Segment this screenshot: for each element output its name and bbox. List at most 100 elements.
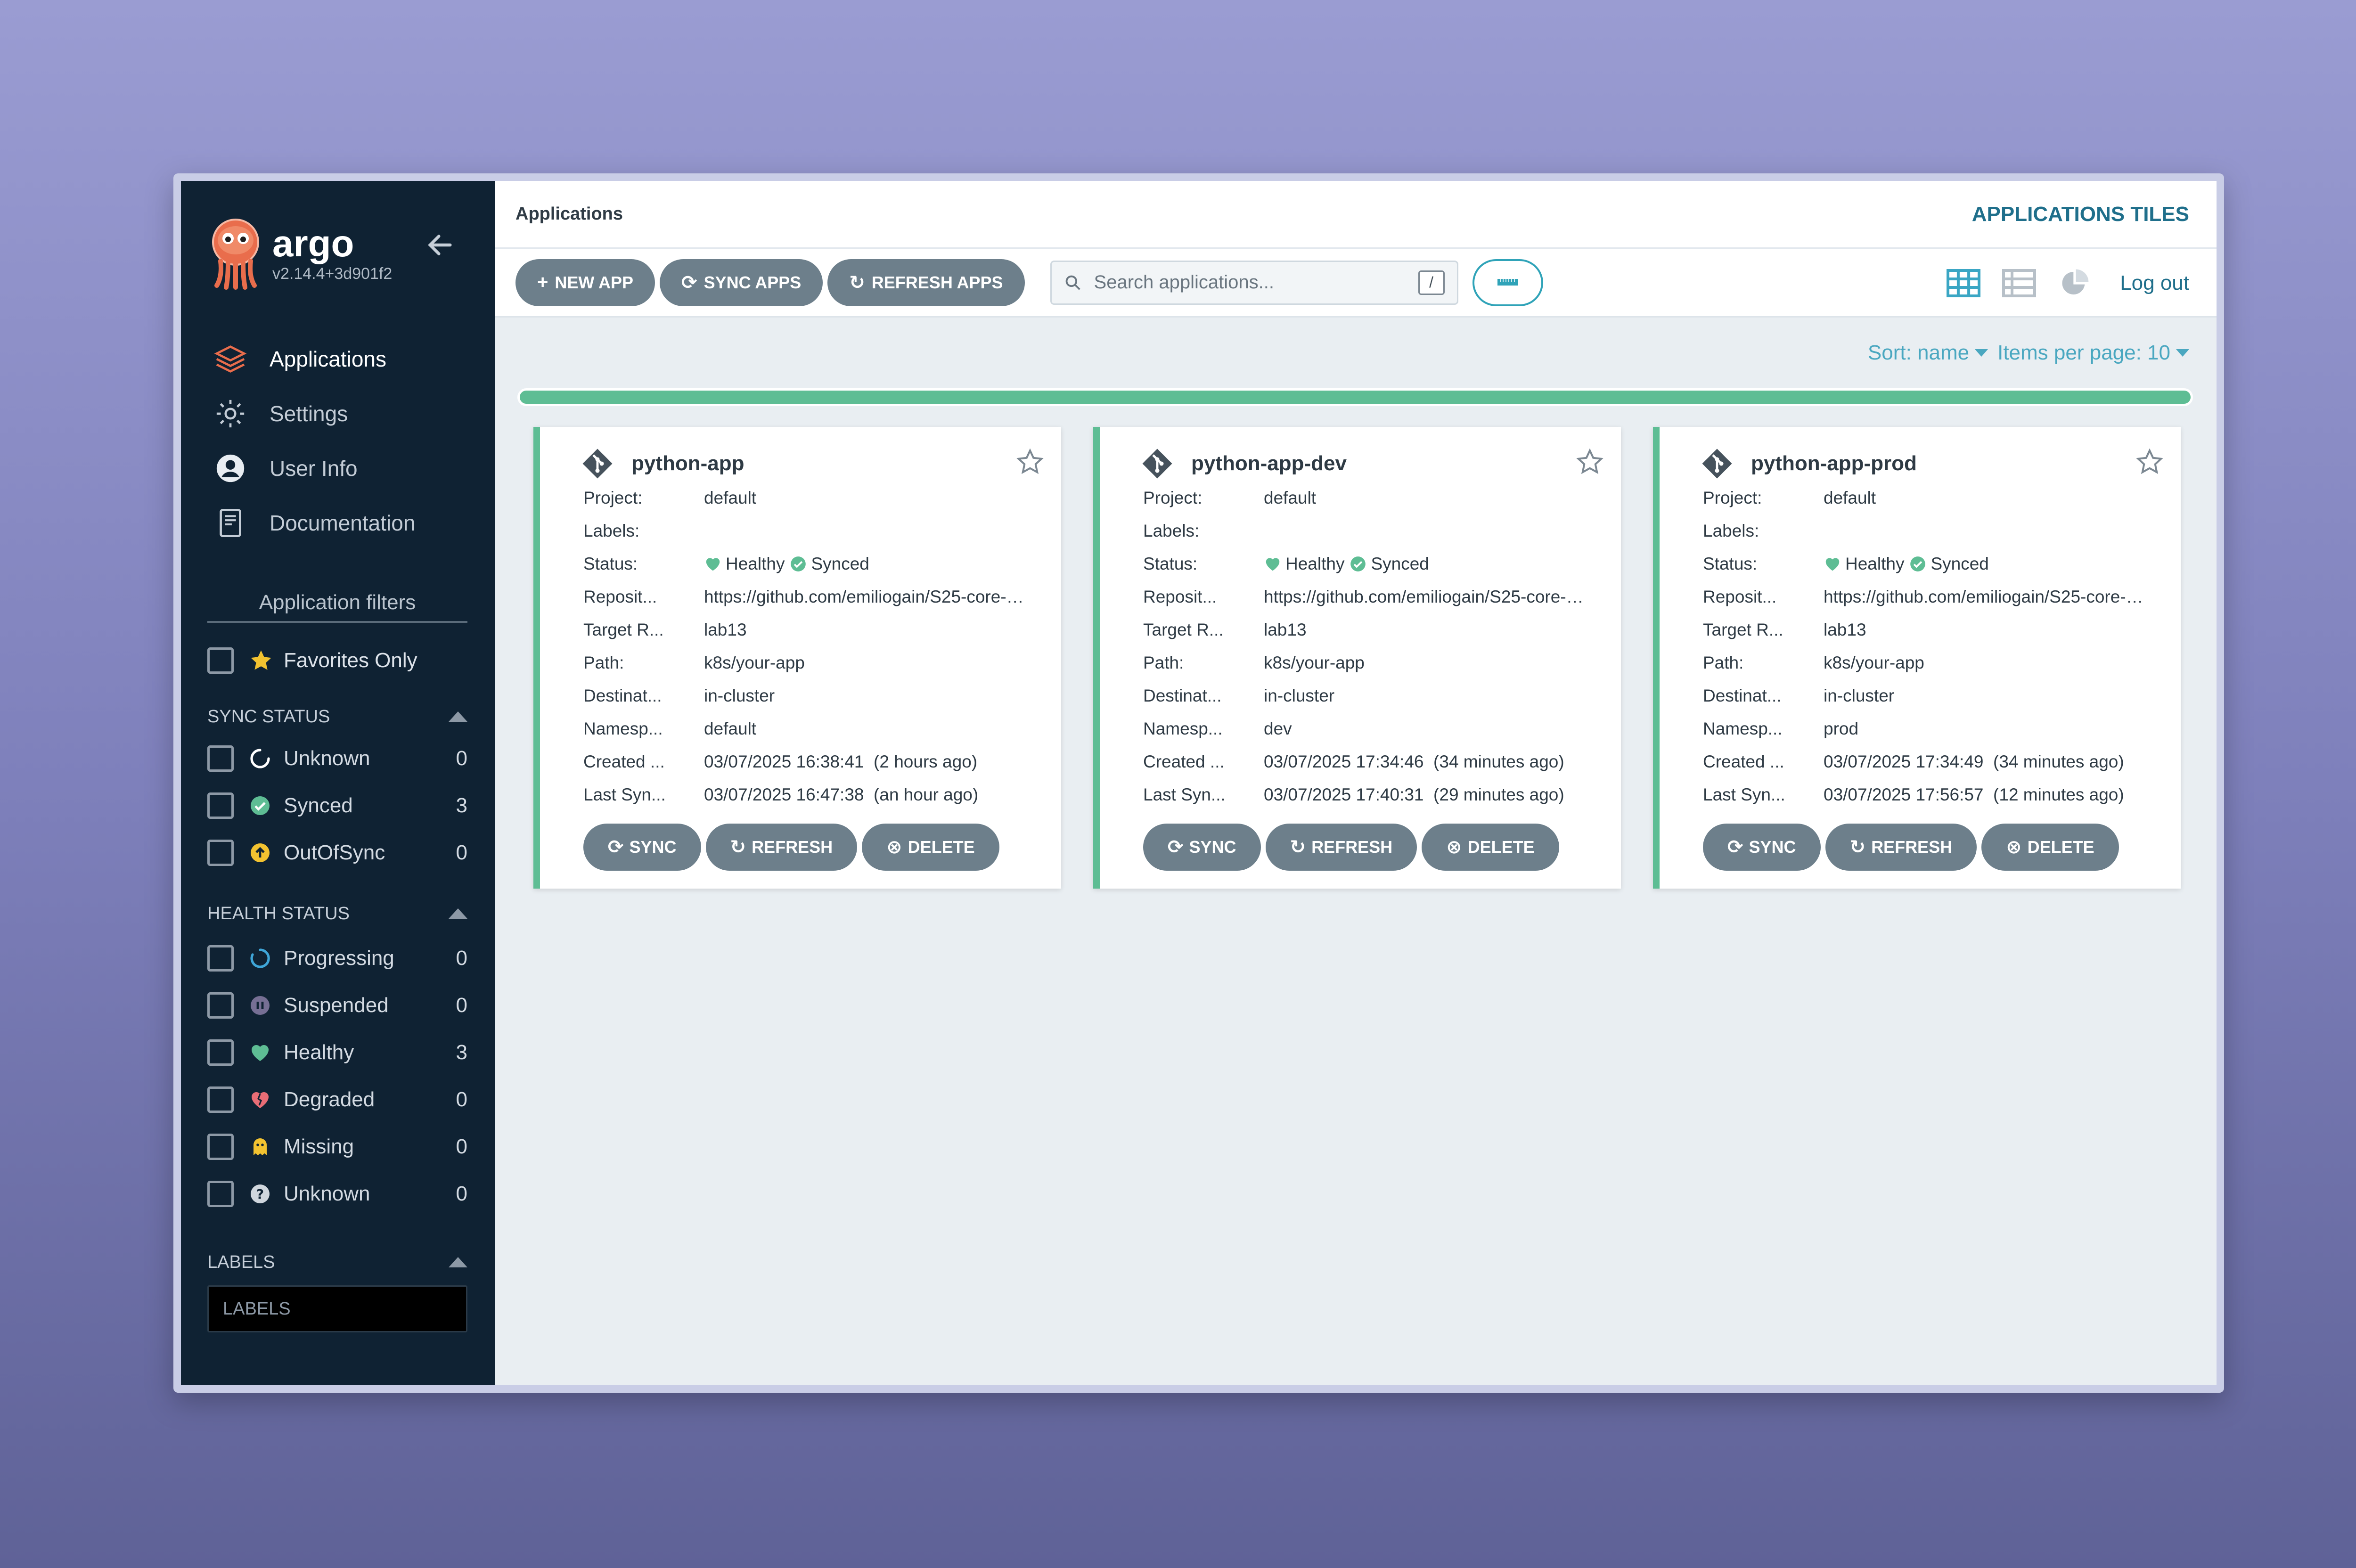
star-outline-icon[interactable] [1016, 448, 1044, 476]
search-box[interactable]: Search applications... / [1050, 260, 1458, 305]
health-status: Healthy [726, 554, 785, 573]
star-outline-icon[interactable] [2135, 448, 2164, 476]
nav-settings[interactable]: Settings [214, 386, 478, 441]
favorites-filter[interactable]: Favorites Only [207, 642, 467, 679]
field-label: Labels: [583, 521, 640, 540]
caret-up-icon[interactable] [449, 711, 467, 722]
caret-down-icon[interactable] [1975, 349, 1988, 357]
filter-checkbox[interactable] [207, 1181, 234, 1207]
nav-applications[interactable]: Applications [214, 332, 478, 386]
star-filled-icon [251, 650, 271, 670]
filter-sync-outofsync[interactable]: OutOfSync 0 [207, 829, 467, 876]
delete-button[interactable]: ⊗ DELETE [1981, 824, 2119, 871]
spinner-icon [250, 948, 270, 968]
filter-checkbox[interactable] [207, 1134, 234, 1160]
filter-sync-synced[interactable]: Synced 3 [207, 782, 467, 829]
pie-chart-view-icon[interactable] [2058, 268, 2092, 298]
refresh-button[interactable]: ↻ REFRESH [1265, 824, 1417, 871]
refresh-button[interactable]: ↻ REFRESH [1825, 824, 1977, 871]
filter-health-missing[interactable]: Missing 0 [207, 1123, 467, 1170]
refresh-button[interactable]: ↻ REFRESH [705, 824, 858, 871]
filter-health-healthy[interactable]: Healthy 3 [207, 1029, 467, 1076]
sort-dropdown[interactable]: Sort: name [1868, 341, 1969, 365]
favorites-checkbox[interactable] [207, 647, 234, 674]
sync-status: Synced [1931, 554, 1989, 573]
caret-down-icon[interactable] [2176, 349, 2189, 357]
field-label: Last Syn... [1143, 785, 1226, 804]
field-value[interactable]: https://github.com/emiliogain/S25-core-c… [704, 587, 1024, 607]
app-tile[interactable]: python-app Project: default Labels: Statu… [533, 427, 1061, 889]
app-tile[interactable]: python-app-dev Project: default Labels: S… [1093, 427, 1621, 889]
app-name[interactable]: python-app-dev [1191, 452, 1347, 475]
sync-button[interactable]: ⟳ SYNC [583, 824, 701, 871]
field-labels: Labels: [583, 514, 1061, 547]
field-label: Path: [1143, 653, 1184, 672]
field-path: Path: k8s/your-app [583, 646, 1061, 679]
field-value[interactable]: https://github.com/emiliogain/S25-core-c… [1824, 587, 2144, 607]
app-name[interactable]: python-app-prod [1751, 452, 1917, 475]
filter-health-degraded[interactable]: Degraded 0 [207, 1076, 467, 1123]
field-value: 03/07/2025 16:38:41 (2 hours ago) [704, 752, 978, 771]
sync-button[interactable]: ⟳ SYNC [1703, 824, 1821, 871]
app-tile[interactable]: python-app-prod Project: default Labels: … [1653, 427, 2181, 889]
field-value[interactable]: https://github.com/emiliogain/S25-core-c… [1264, 587, 1584, 607]
field-label: Target R... [583, 620, 664, 639]
check-circle-icon [1350, 556, 1366, 572]
brand: argo v2.14.4+3d901f2 [207, 216, 392, 291]
arrow-up-circle-icon [251, 843, 270, 862]
field-value: lab13 [1264, 620, 1307, 639]
filter-checkbox[interactable] [207, 745, 234, 772]
field-label: Reposit... [1143, 587, 1217, 606]
caret-up-icon[interactable] [449, 1257, 467, 1267]
git-icon [582, 449, 613, 479]
field-value: default [1264, 488, 1317, 507]
sync-icon: ⟳ [1168, 837, 1184, 858]
delete-button[interactable]: ⊗ DELETE [862, 824, 999, 871]
app-name[interactable]: python-app [631, 452, 744, 475]
labels-filter-input[interactable]: LABELS [207, 1285, 467, 1332]
field-label: Created ... [1703, 752, 1784, 771]
filter-checkbox[interactable] [207, 945, 234, 972]
delete-button[interactable]: ⊗ DELETE [1422, 824, 1559, 871]
nav-documentation[interactable]: Documentation [214, 496, 478, 550]
filter-count: 0 [456, 747, 467, 770]
sync-status: Synced [811, 554, 869, 573]
refresh-apps-button[interactable]: ↻ REFRESH APPS [827, 259, 1025, 306]
search-input[interactable]: Search applications... [1094, 272, 1418, 293]
field-project: Project: default [583, 482, 1061, 514]
field-value: in-cluster [1264, 686, 1335, 705]
collapse-sidebar-icon[interactable] [425, 230, 455, 260]
nav-user-info[interactable]: User Info [214, 441, 478, 496]
filter-checkbox[interactable] [207, 840, 234, 866]
breadcrumb[interactable]: Applications [515, 204, 623, 224]
caret-up-icon[interactable] [449, 908, 467, 919]
sync-apps-button[interactable]: ⟳ SYNC APPS [660, 259, 823, 306]
list-view-icon[interactable] [2002, 268, 2037, 298]
health-status-header[interactable]: HEALTH STATUS [207, 902, 467, 925]
filter-checkbox[interactable] [207, 992, 234, 1019]
filter-health-suspended[interactable]: Suspended 0 [207, 982, 467, 1029]
filter-checkbox[interactable] [207, 792, 234, 819]
field-value: 03/07/2025 16:47:38 (an hour ago) [704, 785, 979, 804]
field-label: Namesp... [583, 719, 663, 738]
field-value: 03/07/2025 17:40:31 (29 minutes ago) [1264, 785, 1564, 804]
tiles-view-icon[interactable] [1947, 268, 1981, 298]
field-label: Labels: [1703, 521, 1759, 540]
sync-button[interactable]: ⟳ SYNC [1143, 824, 1261, 871]
star-outline-icon[interactable] [1576, 448, 1604, 476]
filter-checkbox[interactable] [207, 1086, 234, 1113]
filter-health-progressing[interactable]: Progressing 0 [207, 935, 467, 982]
items-per-page-dropdown[interactable]: Items per page: 10 [1997, 341, 2170, 365]
filter-count: 0 [456, 841, 467, 864]
field-target: Target R... lab13 [1143, 613, 1621, 646]
logout-link[interactable]: Log out [2120, 271, 2189, 295]
labels-header[interactable]: LABELS [207, 1250, 467, 1274]
field-label: Status: [1143, 554, 1198, 573]
filter-checkbox[interactable] [207, 1039, 234, 1066]
new-app-button[interactable]: + NEW APP [515, 259, 655, 306]
sync-status-header[interactable]: SYNC STATUS [207, 705, 467, 728]
filters-toggle-button[interactable] [1472, 259, 1543, 306]
filter-health-unknown[interactable]: ? Unknown 0 [207, 1170, 467, 1217]
filter-sync-unknown[interactable]: Unknown 0 [207, 735, 467, 782]
sync-icon: ⟳ [1727, 837, 1743, 858]
